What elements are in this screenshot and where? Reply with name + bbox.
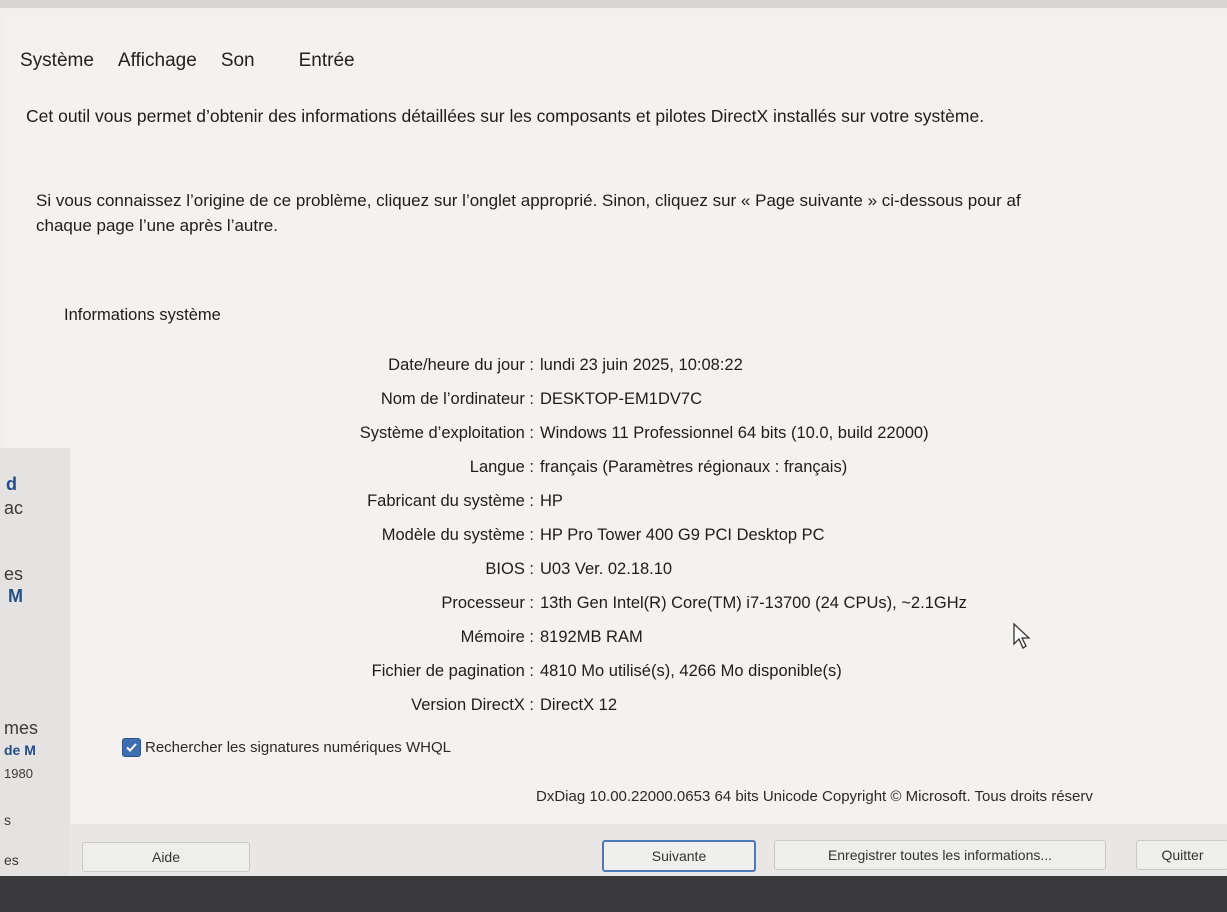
taskbar-edge [0, 876, 1227, 912]
info-label: Modèle du système : [381, 525, 534, 544]
info-label: Nom de l’ordinateur : [380, 389, 534, 408]
system-info-table: Date/heure du jour : lundi 23 juin 2025, … [206, 348, 967, 722]
system-info-group-title: Informations système [64, 306, 221, 324]
tab-bar: Système Affichage Son Entrée [8, 44, 367, 78]
tab-son[interactable]: Son [209, 44, 267, 78]
whql-checkbox-label: Rechercher les signatures numériques WHQ… [145, 739, 451, 756]
tab-systeme[interactable]: Système [8, 44, 106, 78]
info-label: Mémoire : [460, 627, 534, 646]
hint-text: Si vous connaissez l’origine de ce probl… [36, 188, 1021, 238]
info-row-os: Système d’exploitation : Windows 11 Profe… [206, 416, 967, 450]
info-value: HP [540, 491, 563, 510]
help-button[interactable]: Aide [82, 842, 250, 872]
background-text: 1980 [4, 766, 33, 781]
whql-checkbox[interactable] [122, 738, 141, 757]
background-text: mes [4, 718, 39, 738]
info-row-directx: Version DirectX : DirectX 12 [206, 688, 967, 722]
background-text: M [8, 586, 23, 606]
dxdiag-window: Système Affichage Son Entrée Cet outil v… [6, 16, 1227, 876]
tab-affichage[interactable]: Affichage [106, 44, 209, 78]
info-row-memory: Mémoire : 8192MB RAM [206, 620, 967, 654]
intro-text: Cet outil vous permet d’obtenir des info… [26, 106, 985, 126]
info-row-computer-name: Nom de l’ordinateur : DESKTOP-EM1DV7C [206, 382, 967, 416]
info-row-date: Date/heure du jour : lundi 23 juin 2025, … [206, 348, 967, 382]
info-label: Date/heure du jour : [388, 355, 534, 374]
info-label: Langue : [469, 457, 534, 476]
dxdiag-screen: Système Affichage Son Entrée Cet outil v… [0, 8, 1227, 876]
next-page-button[interactable]: Suivante [602, 840, 756, 872]
background-text: de M [4, 742, 36, 758]
background-text: es [4, 852, 19, 868]
info-label: Version DirectX : [411, 695, 534, 714]
info-label: BIOS : [485, 559, 534, 578]
info-value: 8192MB RAM [540, 627, 643, 646]
info-row-model: Modèle du système : HP Pro Tower 400 G9 P… [206, 518, 967, 552]
background-text: d [6, 474, 17, 494]
background-text: ac [4, 498, 24, 518]
info-label: Fabricant du système : [367, 491, 534, 510]
info-value: DESKTOP-EM1DV7C [540, 389, 702, 408]
info-value: 4810 Mo utilisé(s), 4266 Mo disponible(s… [540, 661, 842, 680]
copyright-text: DxDiag 10.00.22000.0653 64 bits Unicode … [536, 788, 1093, 805]
info-value: lundi 23 juin 2025, 10:08:22 [540, 355, 743, 374]
tab-entree[interactable]: Entrée [287, 44, 367, 78]
info-value: DirectX 12 [540, 695, 618, 714]
mouse-pointer-icon [1013, 622, 1031, 649]
info-row-pagefile: Fichier de pagination : 4810 Mo utilisé(s… [206, 654, 967, 688]
background-text: es [4, 564, 24, 584]
info-value: U03 Ver. 02.18.10 [540, 559, 673, 578]
info-value: HP Pro Tower 400 G9 PCI Desktop PC [540, 525, 825, 544]
quit-button[interactable]: Quitter [1136, 840, 1227, 870]
hint-line-1: Si vous connaissez l’origine de ce probl… [36, 191, 1021, 210]
photo-edge [0, 0, 1227, 8]
info-row-language: Langue : français (Paramètres régionaux :… [206, 450, 967, 484]
info-row-processor: Processeur : 13th Gen Intel(R) Core(TM) i… [206, 586, 967, 620]
info-value: Windows 11 Professionnel 64 bits (10.0, … [540, 423, 929, 442]
info-label: Processeur : [441, 593, 534, 612]
info-row-bios: BIOS : U03 Ver. 02.18.10 [206, 552, 967, 586]
info-label: Fichier de pagination : [371, 661, 534, 680]
info-label: Système d’exploitation : [359, 423, 534, 442]
save-all-info-button[interactable]: Enregistrer toutes les informations... [774, 840, 1106, 870]
info-row-manufacturer: Fabricant du système : HP [206, 484, 967, 518]
hint-line-2: chaque page l’une après l’autre. [36, 216, 278, 235]
whql-checkbox-row[interactable]: Rechercher les signatures numériques WHQ… [122, 738, 451, 757]
button-bar: Aide Suivante Enregistrer toutes les inf… [6, 824, 1227, 876]
background-window-edge: d ac es M mes de M 1980 s es [0, 448, 70, 876]
background-text: s [4, 812, 11, 828]
checkmark-icon [126, 743, 137, 752]
info-value: français (Paramètres régionaux : françai… [540, 457, 848, 476]
info-value: 13th Gen Intel(R) Core(TM) i7-13700 (24 … [540, 593, 967, 612]
